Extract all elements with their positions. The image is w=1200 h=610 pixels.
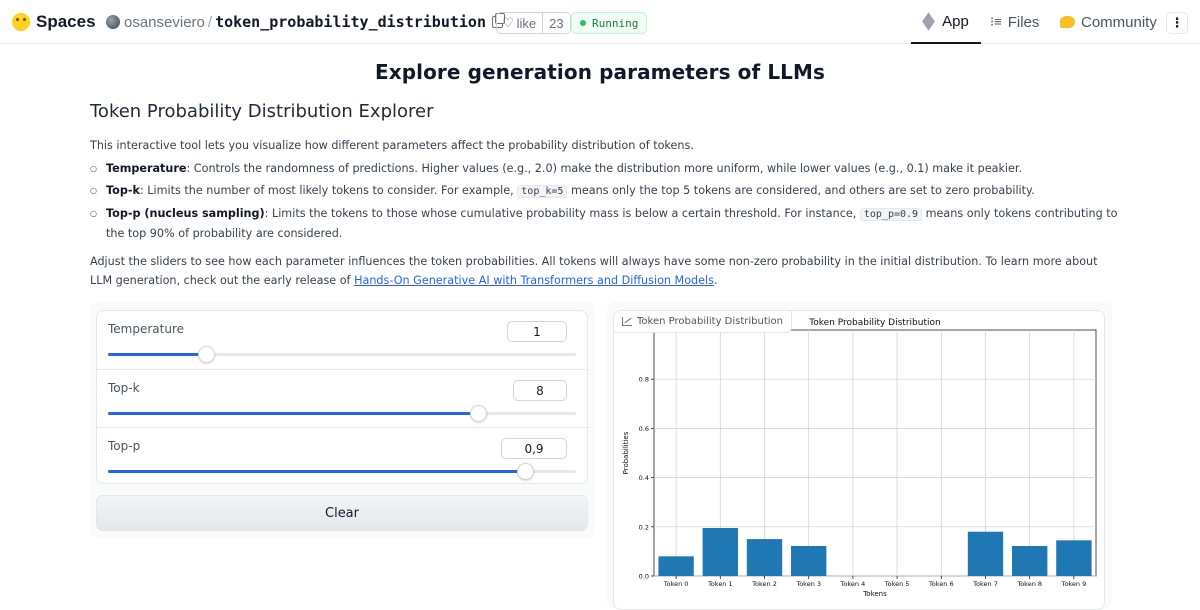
like-button[interactable]: ♡ like 23 <box>496 12 571 34</box>
bar <box>658 556 694 576</box>
controls-panel: Temperature 1 Top-k 8 Top-p 0,9 Clear <box>90 302 595 538</box>
bar <box>702 528 738 576</box>
bar <box>967 531 1004 576</box>
bullet-text: : Limits the tokens to those whose cumul… <box>264 207 860 220</box>
top-k-slider-handle[interactable] <box>469 405 487 422</box>
like-label: like <box>516 15 537 31</box>
page-title: Explore generation parameters of LLMs <box>374 60 826 84</box>
x-tick-label: Token 9 <box>1061 580 1087 588</box>
x-tick-label: Token 8 <box>1016 580 1042 588</box>
list-item-temperature: Temperature: Controls the randomness of … <box>90 159 1120 178</box>
status-dot-icon <box>580 20 586 26</box>
bullet-term: Temperature <box>106 162 187 175</box>
bullet-term: Top-k <box>106 184 140 197</box>
status-label: Running <box>592 16 639 30</box>
top-p-label: Top-p <box>108 439 141 453</box>
like-count[interactable]: 23 <box>542 13 570 33</box>
x-tick-label: Token 3 <box>795 580 821 588</box>
top-p-control: Top-p 0,9 <box>97 427 587 485</box>
x-tick-label: Token 5 <box>884 580 910 588</box>
code-snippet: top_k=5 <box>517 185 568 198</box>
y-tick-label: 0.2 <box>639 523 649 531</box>
spaces-logo[interactable]: Spaces <box>12 12 96 32</box>
bullet-text: : Controls the randomness of predictions… <box>186 162 1023 175</box>
outro-text-after: . <box>713 274 718 287</box>
book-link[interactable]: Hands-On Generative AI with Transformers… <box>354 274 714 287</box>
temperature-slider[interactable] <box>108 346 576 363</box>
section-title: Token Probability Distribution Explorer <box>90 101 434 122</box>
temperature-control: Temperature 1 <box>97 311 587 369</box>
tab-files[interactable]: ⁝≡ Files <box>990 0 1039 44</box>
cube-icon <box>922 11 936 31</box>
top-p-slider[interactable] <box>108 463 576 480</box>
more-options-button[interactable]: ⋮ <box>1166 12 1188 34</box>
top-k-slider[interactable] <box>108 405 576 422</box>
chart-title: Token Probability Distribution <box>808 318 940 328</box>
probability-bar-chart: 0.0 0.2 0.4 0.6 0.8 Token 0 Token 1 Token 2 Toke… <box>622 318 1097 598</box>
x-tick-label: Token 6 <box>928 580 954 588</box>
files-icon: ⁝≡ <box>990 14 1002 29</box>
brand-label: Spaces <box>36 12 96 31</box>
x-tick-label: Token 7 <box>972 580 998 588</box>
bar <box>1056 540 1092 576</box>
chart-icon <box>622 317 632 326</box>
top-p-number-input[interactable]: 0,9 <box>501 438 567 459</box>
plot-panel: Token Probability Distribution 0.0 0.2 0.4… <box>607 302 1112 610</box>
y-tick-label: 0.0 <box>639 573 649 581</box>
parameter-list: Temperature: Controls the randomness of … <box>90 159 1120 246</box>
code-snippet: top_p=0.9 <box>859 208 923 221</box>
tab-community-label: Community <box>1081 13 1157 31</box>
temperature-slider-handle[interactable] <box>198 346 216 363</box>
owner-link[interactable]: osanseviero <box>124 14 205 31</box>
tab-community[interactable]: Community <box>1060 0 1157 44</box>
breadcrumb-separator: / <box>207 13 213 31</box>
list-item-top-p: Top-p (nucleus sampling): Limits the tok… <box>90 204 1120 243</box>
bar <box>1012 545 1048 576</box>
top-k-label: Top-k <box>108 381 140 395</box>
repo-name-link[interactable]: token_probability_distribution <box>215 13 486 31</box>
x-tick-label: Token 2 <box>751 580 777 588</box>
top-k-control: Top-k 8 <box>97 369 587 427</box>
outro-text: Adjust the sliders to see how each param… <box>90 252 1120 290</box>
y-tick-label: 0.6 <box>639 425 649 433</box>
bullet-text: means only the top 5 tokens are consider… <box>567 184 1035 197</box>
bullet-term: Top-p (nucleus sampling) <box>106 207 265 220</box>
clear-button[interactable]: Clear <box>96 495 588 531</box>
y-tick-label: 0.4 <box>639 474 649 482</box>
tab-files-label: Files <box>1007 13 1040 31</box>
hugging-face-icon <box>12 13 30 31</box>
top-k-number-input[interactable]: 8 <box>513 380 567 401</box>
plot-card: Token Probability Distribution 0.0 0.2 0.4… <box>613 310 1105 610</box>
intro-text: This interactive tool lets you visualize… <box>90 139 694 152</box>
status-badge: Running <box>571 12 648 34</box>
temperature-label: Temperature <box>108 322 185 336</box>
heart-icon: ♡ <box>502 15 514 30</box>
x-tick-label: Token 4 <box>840 580 866 588</box>
tab-app-label: App <box>942 12 969 30</box>
y-axis-label: Probabilities <box>622 431 630 474</box>
temperature-number-input[interactable]: 1 <box>507 321 567 342</box>
top-p-slider-handle[interactable] <box>516 463 534 480</box>
breadcrumb: osanseviero / token_probability_distribu… <box>106 13 505 31</box>
slider-group: Temperature 1 Top-k 8 Top-p 0,9 <box>96 310 588 484</box>
x-tick-label: Token 0 <box>663 580 689 588</box>
plot-tab-label: Token Probability Distribution <box>614 311 793 333</box>
top-navigation-bar: Spaces osanseviero / token_probability_d… <box>0 0 1200 44</box>
bar <box>746 539 783 576</box>
plot-tab-text: Token Probability Distribution <box>637 316 784 327</box>
community-icon <box>1060 16 1075 28</box>
tab-app[interactable]: App <box>911 0 981 44</box>
y-tick-label: 0.8 <box>639 376 649 384</box>
bar <box>791 545 827 576</box>
owner-avatar <box>106 15 120 29</box>
list-item-top-k: Top-k: Limits the number of most likely … <box>90 181 1120 201</box>
x-axis-label: Tokens <box>862 590 887 598</box>
bullet-text: : Limits the number of most likely token… <box>139 184 518 197</box>
x-tick-label: Token 1 <box>707 580 733 588</box>
